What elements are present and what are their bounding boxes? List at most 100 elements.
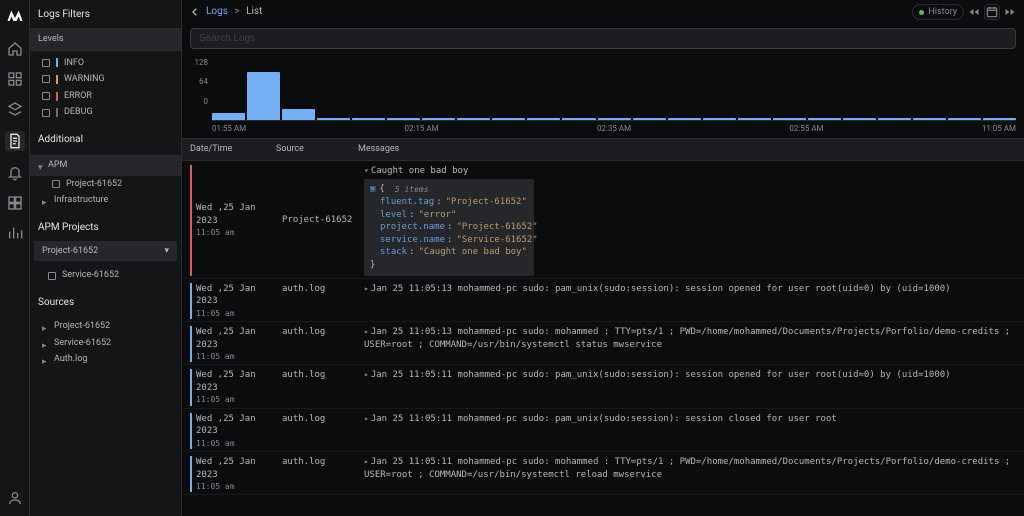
histogram-bar[interactable] (387, 118, 420, 120)
histogram-bar[interactable] (352, 118, 385, 120)
additional-item-infrastructure[interactable]: ▸Infrastructure (30, 192, 181, 209)
histogram-bar[interactable] (492, 118, 525, 120)
cell-message: ▸Jan 25 11:05:11 mohammed-pc sudo: pam_u… (364, 413, 1016, 426)
histogram-bar[interactable] (668, 118, 701, 120)
apm-service-label: Service-61652 (62, 269, 119, 282)
level-item-debug[interactable]: DEBUG (30, 104, 181, 121)
back-icon[interactable] (190, 7, 200, 17)
table-row[interactable]: Wed ,25 Jan 202311:05 amauth.log▸Jan 25 … (182, 365, 1024, 408)
apm-services-list: Service-61652 (30, 263, 181, 290)
forward-icon[interactable] (1004, 6, 1016, 18)
source-item[interactable]: ▸ Auth.log (30, 351, 181, 368)
x-axis-labels: 01:55 AM02:15 AM02:35 AM02:55 AM11:05 AM (182, 123, 1024, 134)
breadcrumb-logs[interactable]: Logs (206, 6, 228, 17)
alerts-icon[interactable] (7, 165, 23, 181)
col-messages: Messages (358, 143, 1016, 156)
cell-message: ▸Jan 25 11:05:13 mohammed-pc sudo: pam_u… (364, 283, 1016, 296)
x-tick: 02:15 AM (404, 123, 438, 134)
source-item[interactable]: ▸ Service-61652 (30, 335, 181, 352)
level-item-info[interactable]: INFO (30, 55, 181, 72)
caret-right-icon[interactable]: ▸ (364, 284, 369, 293)
cell-message: ▾Caught one bad boy▣{5 itemsfluent.tag:"… (364, 165, 1016, 276)
levels-list: INFO WARNING ERROR DEBUG (30, 51, 181, 127)
cell-source: Project-61652 (282, 214, 364, 227)
histogram-bar[interactable] (282, 109, 315, 120)
histogram-bar[interactable] (703, 118, 736, 120)
level-color-mark (56, 92, 58, 101)
y-tick: 64 (190, 76, 208, 87)
level-label: INFO (64, 57, 84, 70)
table-body: Wed ,25 Jan 202311:05 amProject-61652▾Ca… (182, 161, 1024, 496)
histogram-bar[interactable] (808, 118, 841, 120)
histogram-bar[interactable] (212, 113, 245, 120)
home-icon[interactable] (7, 41, 23, 57)
histogram-bar[interactable] (527, 118, 560, 120)
caret-right-icon[interactable]: ▸ (364, 370, 369, 379)
cell-datetime: Wed ,25 Jan 202311:05 am (196, 283, 282, 319)
integrations-icon[interactable] (7, 195, 23, 211)
filters-panel: Logs Filters Levels INFO WARNING ERROR (30, 0, 182, 516)
level-label: WARNING (64, 73, 105, 86)
histogram-bar[interactable] (598, 118, 631, 120)
histogram-bar[interactable] (983, 118, 1016, 120)
x-tick: 11:05 AM (982, 123, 1016, 134)
breadcrumb: Logs > List (206, 5, 262, 19)
source-item[interactable]: ▸ Project-61652 (30, 318, 181, 335)
expand-icon: ▸ (42, 340, 48, 346)
apm-service-item[interactable]: Service-61652 (30, 267, 181, 284)
chevron-down-icon: ▾ (164, 245, 169, 258)
rewind-icon[interactable] (968, 6, 980, 18)
dashboards-icon[interactable] (7, 71, 23, 87)
histogram-bar[interactable] (878, 118, 911, 120)
histogram-bars[interactable] (212, 55, 1016, 121)
y-tick: 0 (190, 96, 208, 107)
logs-icon[interactable] (5, 131, 25, 151)
metrics-icon[interactable] (7, 225, 23, 241)
histogram-bar[interactable] (317, 118, 350, 120)
app-logo[interactable] (6, 6, 24, 24)
expand-icon: ▸ (42, 356, 48, 362)
histogram-bar[interactable] (913, 118, 946, 120)
cell-datetime: Wed ,25 Jan 202311:05 am (196, 202, 282, 238)
histogram-bar[interactable] (247, 72, 280, 120)
topbar: Logs > List History (182, 0, 1024, 24)
checkbox-icon (42, 59, 50, 67)
histogram-bar[interactable] (948, 118, 981, 120)
histogram-bar[interactable] (562, 118, 595, 120)
level-bar (190, 326, 192, 362)
histogram-bar[interactable] (457, 118, 490, 120)
level-item-warning[interactable]: WARNING (30, 71, 181, 88)
user-avatar[interactable] (7, 490, 23, 506)
level-label: DEBUG (64, 106, 93, 119)
x-tick: 01:55 AM (212, 123, 246, 134)
cell-message: ▸Jan 25 11:05:11 mohammed-pc sudo: pam_u… (364, 369, 1016, 382)
histogram-bar[interactable] (738, 118, 771, 120)
caret-right-icon[interactable]: ▸ (364, 414, 369, 423)
cell-source: auth.log (282, 369, 364, 382)
history-chip[interactable]: History (912, 4, 964, 21)
apm-project-select[interactable]: Project-61652 ▾ (34, 241, 177, 262)
additional-item-apm[interactable]: ▾ APM (30, 155, 181, 176)
expand-icon: ▸ (42, 323, 48, 329)
histogram-bar[interactable] (422, 118, 455, 120)
histogram-bar[interactable] (633, 118, 666, 120)
histogram-chart: 128640 (182, 51, 1024, 121)
apm-icon[interactable] (7, 101, 23, 117)
histogram-bar[interactable] (773, 118, 806, 120)
caret-right-icon[interactable]: ▸ (364, 457, 369, 466)
table-row[interactable]: Wed ,25 Jan 202311:05 amProject-61652▾Ca… (182, 161, 1024, 279)
breadcrumb-separator: > (234, 6, 239, 17)
level-item-error[interactable]: ERROR (30, 88, 181, 105)
date-range-icon[interactable] (984, 4, 1000, 20)
table-row[interactable]: Wed ,25 Jan 202311:05 amauth.log▸Jan 25 … (182, 279, 1024, 322)
search-input[interactable] (190, 28, 1016, 49)
table-row[interactable]: Wed ,25 Jan 202311:05 amauth.log▸Jan 25 … (182, 452, 1024, 495)
additional-item-project-61652[interactable]: Project-61652 (30, 176, 181, 193)
col-datetime: Date/Time (190, 143, 276, 156)
caret-down-icon[interactable]: ▾ (364, 166, 369, 175)
histogram-bar[interactable] (843, 118, 876, 120)
table-row[interactable]: Wed ,25 Jan 202311:05 amauth.log▸Jan 25 … (182, 409, 1024, 452)
table-row[interactable]: Wed ,25 Jan 202311:05 amauth.log▸Jan 25 … (182, 322, 1024, 365)
sources-header: Sources (30, 290, 181, 314)
caret-right-icon[interactable]: ▸ (364, 327, 369, 336)
